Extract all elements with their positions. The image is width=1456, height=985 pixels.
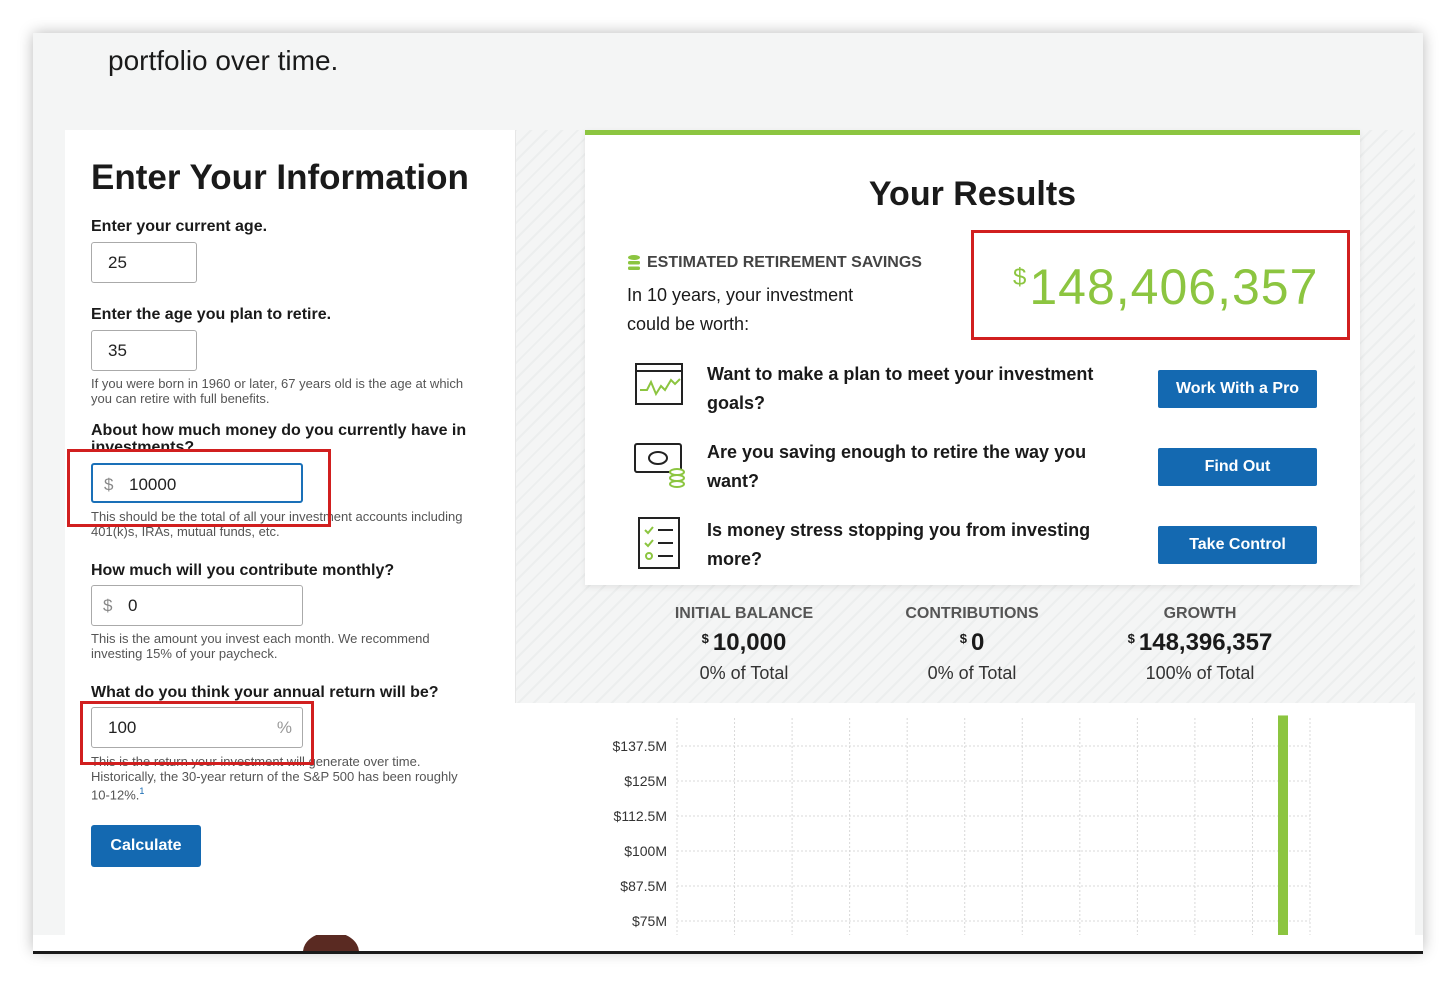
retire-age-help: If you were born in 1960 or later, 67 ye… <box>91 376 464 406</box>
stat-initial-balance: INITIAL BALANCE $10,000 0% of Total <box>630 605 858 684</box>
input-form: Enter Your Information Enter your curren… <box>65 130 516 951</box>
stat-currency-symbol: $ <box>959 631 967 646</box>
stat-percent: 0% of Total <box>699 663 789 683</box>
stat-percent: 0% of Total <box>927 663 1017 683</box>
retire-age-value: 35 <box>108 341 127 360</box>
stat-value: $10,000 <box>630 629 858 657</box>
y-tick-label: $137.5M <box>613 738 667 754</box>
stat-amount: 10,000 <box>712 629 787 656</box>
growth-chart-svg: $137.5M $125M $112.5M $100M $87.5M $75M <box>613 715 1311 951</box>
cta-row-pro: Want to make a plan to meet your investm… <box>633 360 1333 424</box>
stat-currency-symbol: $ <box>1127 631 1135 646</box>
cash-coins-icon <box>634 443 685 488</box>
retire-age-label: Enter the age you plan to retire. <box>91 306 332 323</box>
footnote-link[interactable]: 1 <box>139 786 144 796</box>
page-frame: portfolio over time. Enter Your Informat… <box>33 33 1423 951</box>
take-control-button[interactable]: Take Control <box>1158 526 1317 564</box>
monthly-contribution-help: This is the amount you invest each month… <box>91 631 430 661</box>
annual-return-label: What do you think your annual return wil… <box>91 684 439 701</box>
y-tick-label: $87.5M <box>620 878 667 894</box>
results-card: Your Results ESTIMATED RETIREMENT SAVING… <box>585 130 1360 585</box>
stat-label: CONTRIBUTIONS <box>905 605 1039 622</box>
estimate-text: In 10 years, your investment could be wo… <box>627 285 854 334</box>
current-age-label: Enter your current age. <box>91 218 268 235</box>
current-age-input[interactable]: 25 <box>91 242 197 283</box>
stat-growth: GROWTH $148,396,357 100% of Total <box>1086 605 1314 684</box>
monthly-contribution-input[interactable]: $ 0 <box>91 585 303 626</box>
intro-text: portfolio over time. <box>108 45 339 76</box>
cta-row-take-control: Is money stress stopping you from invest… <box>633 516 1333 580</box>
highlight-box-investments <box>67 449 331 527</box>
find-out-button[interactable]: Find Out <box>1158 448 1317 486</box>
stat-contributions: CONTRIBUTIONS $0 0% of Total <box>858 605 1086 684</box>
current-age-value: 25 <box>108 253 127 272</box>
avatar <box>303 935 359 951</box>
cta-row-find-out: Are you saving enough to retire the way … <box>633 438 1333 502</box>
stat-label: INITIAL BALANCE <box>674 605 814 622</box>
estimate-label-text: ESTIMATED RETIREMENT SAVINGS <box>647 254 922 271</box>
stat-value: $148,396,357 <box>1086 629 1314 657</box>
monthly-contribution-value: 0 <box>128 596 138 615</box>
y-tick-label: $100M <box>624 843 667 859</box>
stat-percent: 100% of Total <box>1145 663 1255 683</box>
work-with-a-pro-button[interactable]: Work With a Pro <box>1158 370 1317 408</box>
highlight-box-amount <box>971 230 1350 340</box>
stat-amount: 148,396,357 <box>1138 629 1273 656</box>
cta-text-take-control: Is money stress stopping you from invest… <box>707 520 1091 569</box>
stat-amount: 0 <box>970 629 985 656</box>
dollar-prefix: $ <box>103 596 113 615</box>
cta-text-pro: Want to make a plan to meet your investm… <box>707 364 1094 413</box>
calculate-button[interactable]: Calculate <box>91 825 201 867</box>
stat-label: GROWTH <box>1163 605 1237 622</box>
retire-age-input[interactable]: 35 <box>91 330 197 371</box>
stat-currency-symbol: $ <box>701 631 709 646</box>
coin-stack-icon <box>628 255 640 270</box>
checklist-icon <box>638 517 680 569</box>
y-tick-label: $112.5M <box>614 808 667 824</box>
y-tick-label: $125M <box>624 773 667 789</box>
y-tick-label: $75M <box>632 913 667 929</box>
form-title: Enter Your Information <box>91 158 469 197</box>
growth-chart: $137.5M $125M $112.5M $100M $87.5M $75M <box>515 703 1415 951</box>
chart-bar <box>1278 715 1288 951</box>
chart-board-icon <box>635 363 683 405</box>
estimate-label: ESTIMATED RETIREMENT SAVINGS <box>627 254 922 272</box>
results-title: Your Results <box>868 175 1077 213</box>
highlight-box-return <box>80 701 314 765</box>
bottom-banner <box>33 935 1423 954</box>
monthly-contribution-label: How much will you contribute monthly? <box>91 562 395 579</box>
stat-value: $0 <box>858 629 1086 657</box>
cta-text-find-out: Are you saving enough to retire the way … <box>707 442 1087 491</box>
